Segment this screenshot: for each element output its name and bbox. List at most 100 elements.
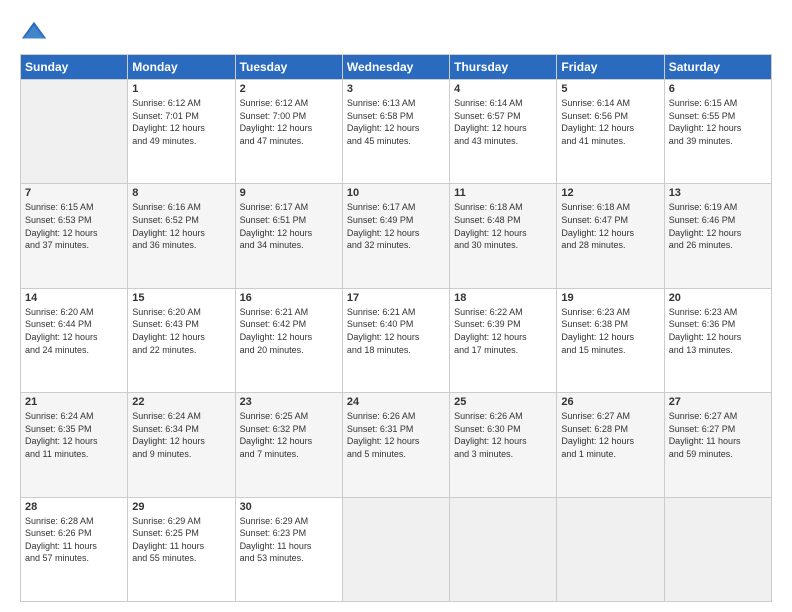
day-number: 30 (240, 501, 338, 513)
logo (20, 18, 52, 46)
col-header-tuesday: Tuesday (235, 55, 342, 80)
day-number: 26 (561, 396, 659, 408)
calendar-cell (342, 497, 449, 601)
calendar-cell: 19 Sunrise: 6:23 AM Sunset: 6:38 PM Dayli… (557, 288, 664, 392)
day-number: 20 (669, 292, 767, 304)
col-header-monday: Monday (128, 55, 235, 80)
cell-info: Sunrise: 6:26 AM Sunset: 6:30 PM Dayligh… (454, 410, 552, 460)
calendar-cell: 20 Sunrise: 6:23 AM Sunset: 6:36 PM Dayli… (664, 288, 771, 392)
cell-info: Sunrise: 6:18 AM Sunset: 6:47 PM Dayligh… (561, 201, 659, 251)
day-number: 19 (561, 292, 659, 304)
day-number: 8 (132, 187, 230, 199)
calendar-week-row: 14 Sunrise: 6:20 AM Sunset: 6:44 PM Dayli… (21, 288, 772, 392)
col-header-thursday: Thursday (450, 55, 557, 80)
calendar-cell: 15 Sunrise: 6:20 AM Sunset: 6:43 PM Dayli… (128, 288, 235, 392)
cell-info: Sunrise: 6:29 AM Sunset: 6:23 PM Dayligh… (240, 515, 338, 565)
day-number: 24 (347, 396, 445, 408)
cell-info: Sunrise: 6:16 AM Sunset: 6:52 PM Dayligh… (132, 201, 230, 251)
day-number: 1 (132, 83, 230, 95)
day-number: 22 (132, 396, 230, 408)
day-number: 2 (240, 83, 338, 95)
calendar-cell: 1 Sunrise: 6:12 AM Sunset: 7:01 PM Daylig… (128, 80, 235, 184)
cell-info: Sunrise: 6:14 AM Sunset: 6:57 PM Dayligh… (454, 97, 552, 147)
day-number: 6 (669, 83, 767, 95)
cell-info: Sunrise: 6:15 AM Sunset: 6:55 PM Dayligh… (669, 97, 767, 147)
page: SundayMondayTuesdayWednesdayThursdayFrid… (0, 0, 792, 612)
calendar-cell: 30 Sunrise: 6:29 AM Sunset: 6:23 PM Dayli… (235, 497, 342, 601)
day-number: 4 (454, 83, 552, 95)
day-number: 18 (454, 292, 552, 304)
calendar-cell (450, 497, 557, 601)
cell-info: Sunrise: 6:12 AM Sunset: 7:00 PM Dayligh… (240, 97, 338, 147)
cell-info: Sunrise: 6:17 AM Sunset: 6:49 PM Dayligh… (347, 201, 445, 251)
day-number: 23 (240, 396, 338, 408)
logo-icon (20, 18, 48, 46)
col-header-saturday: Saturday (664, 55, 771, 80)
calendar-cell: 6 Sunrise: 6:15 AM Sunset: 6:55 PM Daylig… (664, 80, 771, 184)
col-header-wednesday: Wednesday (342, 55, 449, 80)
day-number: 3 (347, 83, 445, 95)
calendar-cell: 3Sunrise: 6:13 AM Sunset: 6:58 PM Daylig… (342, 80, 449, 184)
cell-info: Sunrise: 6:14 AM Sunset: 6:56 PM Dayligh… (561, 97, 659, 147)
calendar-cell: 7 Sunrise: 6:15 AM Sunset: 6:53 PM Daylig… (21, 184, 128, 288)
cell-info: Sunrise: 6:21 AM Sunset: 6:42 PM Dayligh… (240, 306, 338, 356)
calendar-cell: 10Sunrise: 6:17 AM Sunset: 6:49 PM Dayli… (342, 184, 449, 288)
calendar-week-row: 1 Sunrise: 6:12 AM Sunset: 7:01 PM Daylig… (21, 80, 772, 184)
cell-info: Sunrise: 6:22 AM Sunset: 6:39 PM Dayligh… (454, 306, 552, 356)
calendar-cell: 29 Sunrise: 6:29 AM Sunset: 6:25 PM Dayli… (128, 497, 235, 601)
calendar-cell: 2 Sunrise: 6:12 AM Sunset: 7:00 PM Daylig… (235, 80, 342, 184)
day-number: 17 (347, 292, 445, 304)
calendar-cell: 17 Sunrise: 6:21 AM Sunset: 6:40 PM Dayli… (342, 288, 449, 392)
cell-info: Sunrise: 6:24 AM Sunset: 6:34 PM Dayligh… (132, 410, 230, 460)
cell-info: Sunrise: 6:26 AM Sunset: 6:31 PM Dayligh… (347, 410, 445, 460)
calendar-cell: 9 Sunrise: 6:17 AM Sunset: 6:51 PM Daylig… (235, 184, 342, 288)
cell-info: Sunrise: 6:23 AM Sunset: 6:38 PM Dayligh… (561, 306, 659, 356)
calendar-cell: 14 Sunrise: 6:20 AM Sunset: 6:44 PM Dayli… (21, 288, 128, 392)
cell-info: Sunrise: 6:29 AM Sunset: 6:25 PM Dayligh… (132, 515, 230, 565)
cell-info: Sunrise: 6:20 AM Sunset: 6:43 PM Dayligh… (132, 306, 230, 356)
cell-info: Sunrise: 6:12 AM Sunset: 7:01 PM Dayligh… (132, 97, 230, 147)
day-number: 27 (669, 396, 767, 408)
calendar-cell: 22 Sunrise: 6:24 AM Sunset: 6:34 PM Dayli… (128, 393, 235, 497)
cell-info: Sunrise: 6:27 AM Sunset: 6:27 PM Dayligh… (669, 410, 767, 460)
day-number: 14 (25, 292, 123, 304)
calendar-cell (21, 80, 128, 184)
cell-info: Sunrise: 6:23 AM Sunset: 6:36 PM Dayligh… (669, 306, 767, 356)
day-number: 5 (561, 83, 659, 95)
day-number: 29 (132, 501, 230, 513)
calendar-cell: 4 Sunrise: 6:14 AM Sunset: 6:57 PM Daylig… (450, 80, 557, 184)
cell-info: Sunrise: 6:19 AM Sunset: 6:46 PM Dayligh… (669, 201, 767, 251)
calendar-cell: 5 Sunrise: 6:14 AM Sunset: 6:56 PM Daylig… (557, 80, 664, 184)
day-number: 13 (669, 187, 767, 199)
calendar-week-row: 7 Sunrise: 6:15 AM Sunset: 6:53 PM Daylig… (21, 184, 772, 288)
calendar-cell: 28 Sunrise: 6:28 AM Sunset: 6:26 PM Dayli… (21, 497, 128, 601)
cell-info: Sunrise: 6:17 AM Sunset: 6:51 PM Dayligh… (240, 201, 338, 251)
cell-info: Sunrise: 6:24 AM Sunset: 6:35 PM Dayligh… (25, 410, 123, 460)
calendar-header-row: SundayMondayTuesdayWednesdayThursdayFrid… (21, 55, 772, 80)
cell-info: Sunrise: 6:28 AM Sunset: 6:26 PM Dayligh… (25, 515, 123, 565)
cell-info: Sunrise: 6:20 AM Sunset: 6:44 PM Dayligh… (25, 306, 123, 356)
day-number: 16 (240, 292, 338, 304)
day-number: 9 (240, 187, 338, 199)
col-header-sunday: Sunday (21, 55, 128, 80)
calendar-cell: 18 Sunrise: 6:22 AM Sunset: 6:39 PM Dayli… (450, 288, 557, 392)
day-number: 28 (25, 501, 123, 513)
cell-info: Sunrise: 6:25 AM Sunset: 6:32 PM Dayligh… (240, 410, 338, 460)
day-number: 15 (132, 292, 230, 304)
day-number: 12 (561, 187, 659, 199)
cell-info: Sunrise: 6:21 AM Sunset: 6:40 PM Dayligh… (347, 306, 445, 356)
calendar-week-row: 28 Sunrise: 6:28 AM Sunset: 6:26 PM Dayli… (21, 497, 772, 601)
col-header-friday: Friday (557, 55, 664, 80)
header (20, 18, 772, 46)
day-number: 11 (454, 187, 552, 199)
cell-info: Sunrise: 6:15 AM Sunset: 6:53 PM Dayligh… (25, 201, 123, 251)
calendar-cell (664, 497, 771, 601)
day-number: 25 (454, 396, 552, 408)
calendar-cell: 26Sunrise: 6:27 AM Sunset: 6:28 PM Dayli… (557, 393, 664, 497)
day-number: 7 (25, 187, 123, 199)
cell-info: Sunrise: 6:18 AM Sunset: 6:48 PM Dayligh… (454, 201, 552, 251)
calendar-cell: 21 Sunrise: 6:24 AM Sunset: 6:35 PM Dayli… (21, 393, 128, 497)
calendar-week-row: 21 Sunrise: 6:24 AM Sunset: 6:35 PM Dayli… (21, 393, 772, 497)
calendar-cell: 13 Sunrise: 6:19 AM Sunset: 6:46 PM Dayli… (664, 184, 771, 288)
day-number: 21 (25, 396, 123, 408)
